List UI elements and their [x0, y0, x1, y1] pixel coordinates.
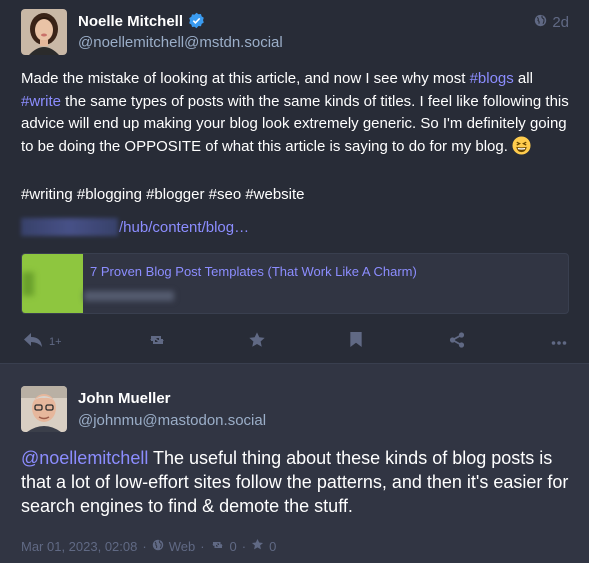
boost-icon	[210, 539, 225, 554]
separator: ·	[200, 538, 205, 554]
status-detail-footer: Mar 01, 2023, 02:08 · Web · 0 · 0	[21, 538, 276, 554]
bookmark-icon	[349, 331, 363, 353]
mention-link[interactable]: @noellemitchell	[21, 448, 148, 468]
author-display-name[interactable]: John Mueller	[78, 390, 171, 407]
content-text: Made the mistake of looking at this arti…	[21, 70, 470, 87]
globe-icon	[534, 14, 547, 31]
verified-badge-icon	[188, 12, 205, 33]
favourite-button[interactable]	[248, 331, 266, 353]
avatar[interactable]	[21, 9, 67, 55]
author-handle[interactable]: @noellemitchell@mstdn.social	[78, 34, 283, 51]
separator: ·	[241, 538, 247, 554]
content-text: the same types of posts with the same ki…	[21, 92, 569, 155]
visibility-label: Web	[168, 538, 196, 554]
card-thumbnail-detail	[22, 272, 34, 296]
star-icon	[248, 331, 266, 354]
separator: ·	[142, 538, 147, 554]
share-icon	[449, 331, 465, 353]
relative-time: 2d	[552, 14, 569, 31]
boost-count[interactable]: 0	[230, 539, 237, 554]
status-post[interactable]: Noelle Mitchell @noellemitchell@mstdn.so…	[0, 0, 589, 364]
card-title: 7 Proven Blog Post Templates (That Work …	[90, 264, 417, 279]
hashtag-link[interactable]: #write	[21, 93, 61, 110]
article-link-text: /hub/content/blog…	[119, 218, 250, 236]
status-content: @noellemitchell The useful thing about t…	[21, 446, 573, 518]
article-link[interactable]: /hub/content/blog…	[21, 218, 249, 236]
status-paragraph: Made the mistake of looking at this arti…	[21, 68, 573, 162]
reply-count: 1+	[49, 336, 62, 348]
hashtag-link[interactable]: #blogs	[470, 70, 514, 87]
reply-icon	[23, 332, 43, 353]
link-preview-card[interactable]: 7 Proven Blog Post Templates (That Work …	[21, 253, 569, 314]
reply-button[interactable]: 1+	[23, 331, 62, 353]
redacted-domain	[21, 218, 118, 236]
post-date-link[interactable]: Mar 01, 2023, 02:08	[21, 539, 137, 554]
status-post-focused[interactable]: John Mueller @johnmu@mastodon.social @no…	[0, 364, 589, 563]
more-icon	[551, 333, 567, 351]
share-button[interactable]	[449, 331, 465, 353]
globe-icon	[152, 539, 164, 554]
boost-icon	[147, 332, 167, 353]
author-handle[interactable]: @johnmu@mastodon.social	[78, 412, 266, 429]
content-text: all	[513, 70, 533, 87]
status-action-bar: 1+	[23, 331, 568, 353]
grinning-squinting-emoji-icon	[512, 135, 531, 163]
more-button[interactable]	[551, 331, 567, 353]
post-timestamp[interactable]: 2d	[534, 14, 569, 31]
bookmark-button[interactable]	[349, 331, 363, 353]
card-description-redacted	[84, 291, 174, 301]
status-content: Made the mistake of looking at this arti…	[21, 68, 573, 229]
display-name-text: Noelle Mitchell	[78, 13, 184, 30]
favourite-count[interactable]: 0	[269, 539, 276, 554]
author-display-name[interactable]: Noelle Mitchell	[78, 12, 205, 33]
hashtags-line[interactable]: #writing #blogging #blogger #seo #websit…	[21, 184, 573, 207]
boost-button[interactable]	[147, 331, 167, 353]
star-icon	[251, 538, 264, 554]
avatar[interactable]	[21, 386, 67, 432]
